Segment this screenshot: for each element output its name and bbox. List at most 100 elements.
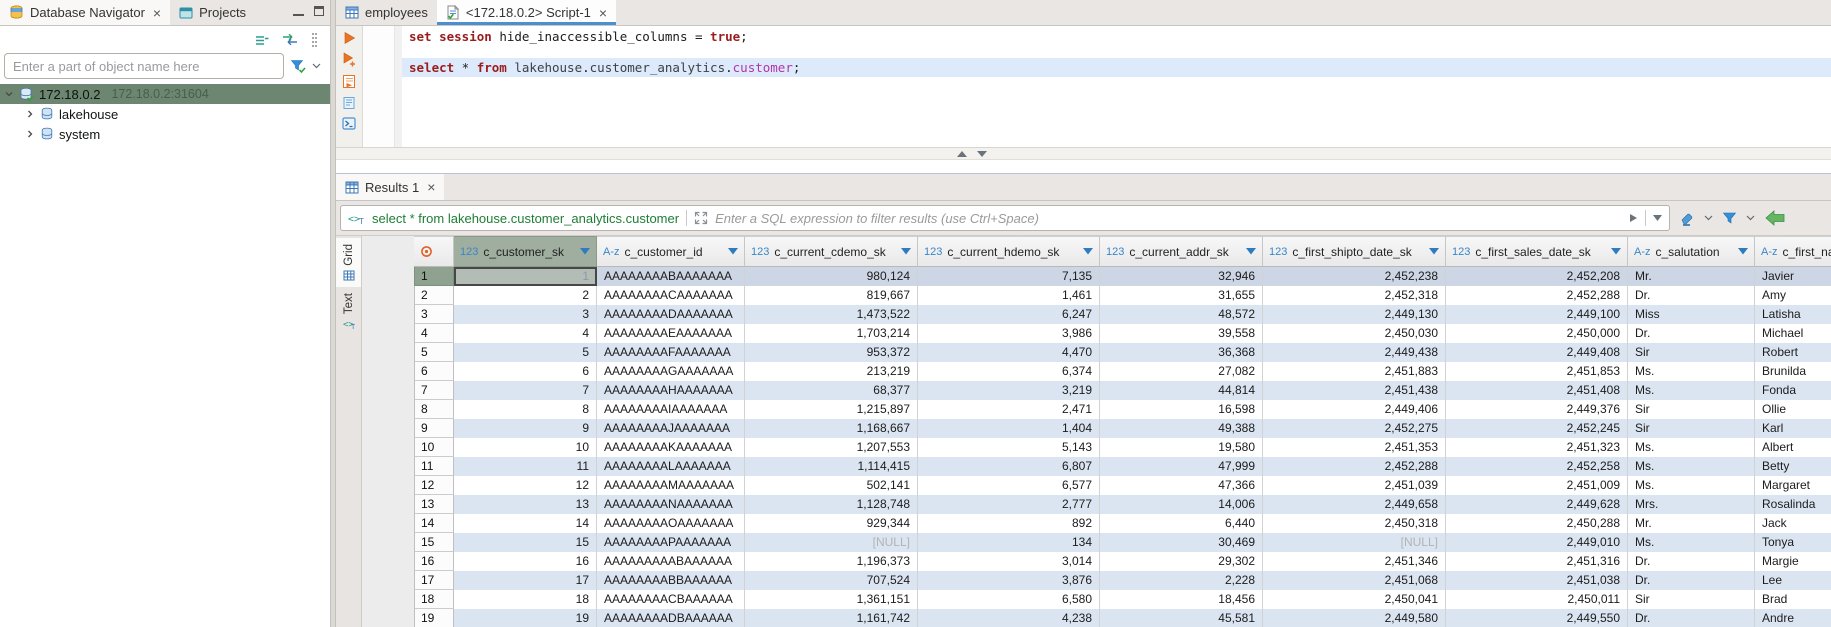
grid-cell[interactable]: 7 (454, 381, 597, 400)
grid-cell[interactable]: 502,141 (745, 476, 918, 495)
grid-cell[interactable]: 2,228 (1100, 571, 1263, 590)
apply-filter-play-icon[interactable] (1629, 213, 1638, 223)
grid-cell[interactable]: Latisha (1755, 305, 1831, 324)
execute-statement-icon[interactable] (343, 31, 356, 45)
grid-cell[interactable]: 29,302 (1100, 552, 1263, 571)
grid-cell[interactable]: 2,450,041 (1263, 590, 1446, 609)
grid-cell[interactable]: Tonya (1755, 533, 1831, 552)
kebab-menu-icon[interactable] (311, 32, 318, 48)
grid-cell[interactable]: 2,777 (918, 495, 1100, 514)
presentation-tab-grid[interactable]: Grid (336, 238, 361, 287)
column-header-c_customer_id[interactable]: A-zc_customer_id (597, 236, 745, 267)
grid-cell[interactable]: Albert (1755, 438, 1831, 457)
grid-cell[interactable]: AAAAAAAANAAAAAAA (597, 495, 745, 514)
grid-cell[interactable]: 2,449,376 (1446, 400, 1628, 419)
grid-cell[interactable]: 31,655 (1100, 286, 1263, 305)
grid-cell[interactable]: Dr. (1628, 609, 1755, 627)
save-filter-funnel-icon[interactable] (1722, 211, 1737, 225)
row-number[interactable]: 17 (414, 571, 454, 590)
tree-item-172-18-0-2[interactable]: 172.18.0.2172.18.0.2:31604 (0, 84, 330, 104)
grid-cell[interactable]: 2,450,030 (1263, 324, 1446, 343)
tree-item-system[interactable]: system (0, 124, 330, 144)
grid-cell[interactable]: 19,580 (1100, 438, 1263, 457)
grid-cell[interactable]: AAAAAAAABBAAAAAA (597, 571, 745, 590)
table-row[interactable]: 1212AAAAAAAAMAAAAAAA502,1416,57747,3662,… (414, 476, 1831, 495)
results-tab-results-1[interactable]: Results 1× (336, 174, 444, 200)
grid-cell[interactable]: AAAAAAAAFAAAAAAA (597, 343, 745, 362)
column-dropdown-icon[interactable] (1429, 248, 1439, 255)
execute-new-tab-icon[interactable] (342, 52, 356, 67)
row-number[interactable]: 15 (414, 533, 454, 552)
column-header-c_current_cdemo_sk[interactable]: 123c_current_cdemo_sk (745, 236, 918, 267)
grid-cell[interactable]: Karl (1755, 419, 1831, 438)
grid-cell[interactable]: 5 (454, 343, 597, 362)
row-number[interactable]: 9 (414, 419, 454, 438)
grid-cell[interactable]: 2,449,010 (1446, 533, 1628, 552)
grid-cell[interactable]: 3,219 (918, 381, 1100, 400)
chevron-down-icon[interactable] (1704, 215, 1713, 221)
grid-cell[interactable]: 15 (454, 533, 597, 552)
grid-cell[interactable]: Lee (1755, 571, 1831, 590)
column-header-c_first_shipto_date_sk[interactable]: 123c_first_shipto_date_sk (1263, 236, 1446, 267)
previous-page-icon[interactable] (1764, 210, 1786, 226)
grid-cell[interactable]: Michael (1755, 324, 1831, 343)
editor-results-splitter[interactable] (336, 147, 1831, 160)
grid-cell[interactable]: 2,452,258 (1446, 457, 1628, 476)
grid-cell[interactable]: 32,946 (1100, 267, 1263, 286)
row-number[interactable]: 16 (414, 552, 454, 571)
column-dropdown-icon[interactable] (728, 248, 738, 255)
object-filter-input[interactable] (4, 53, 284, 79)
grid-cell[interactable]: 30,469 (1100, 533, 1263, 552)
row-number[interactable]: 4 (414, 324, 454, 343)
row-number[interactable]: 10 (414, 438, 454, 457)
column-header-c_current_addr_sk[interactable]: 123c_current_addr_sk (1100, 236, 1263, 267)
table-row[interactable]: 99AAAAAAAAJAAAAAAA1,168,6671,40449,3882,… (414, 419, 1831, 438)
grid-cell[interactable]: 2,450,318 (1263, 514, 1446, 533)
column-header-c_first_sales_date_sk[interactable]: 123c_first_sales_date_sk (1446, 236, 1628, 267)
grid-cell[interactable]: AAAAAAAAOAAAAAAA (597, 514, 745, 533)
table-row[interactable]: 1818AAAAAAAACBAAAAAA1,361,1516,58018,456… (414, 590, 1831, 609)
filter-settings-funnel-icon[interactable] (290, 59, 306, 74)
sql-terminal-icon[interactable] (342, 117, 356, 130)
grid-cell[interactable]: 36,368 (1100, 343, 1263, 362)
grid-cell[interactable]: Ms. (1628, 457, 1755, 476)
grid-cell[interactable]: 1,703,214 (745, 324, 918, 343)
table-row[interactable]: 44AAAAAAAAEAAAAAAA1,703,2143,98639,5582,… (414, 324, 1831, 343)
grid-cell[interactable]: AAAAAAAALAAAAAAA (597, 457, 745, 476)
grid-cell[interactable]: Sir (1628, 419, 1755, 438)
grid-cell[interactable]: 6,374 (918, 362, 1100, 381)
chevron-expanded-icon[interactable] (4, 89, 14, 99)
grid-cell[interactable]: AAAAAAAAEAAAAAAA (597, 324, 745, 343)
grid-cell[interactable]: 48,572 (1100, 305, 1263, 324)
grid-cell[interactable]: Andre (1755, 609, 1831, 627)
grid-cell[interactable]: 3,014 (918, 552, 1100, 571)
grid-cell[interactable]: 2,451,438 (1263, 381, 1446, 400)
grid-cell[interactable]: 68,377 (745, 381, 918, 400)
code-line-1[interactable]: set session hide_inaccessible_columns = … (402, 30, 1831, 44)
navigator-tab-projects[interactable]: Projects (170, 0, 255, 25)
grid-cell[interactable]: 13 (454, 495, 597, 514)
grid-cell[interactable]: 2,452,288 (1446, 286, 1628, 305)
row-number[interactable]: 19 (414, 609, 454, 627)
grid-cell[interactable]: Miss (1628, 305, 1755, 324)
grid-cell[interactable]: 6,807 (918, 457, 1100, 476)
sql-editor[interactable]: set session hide_inaccessible_columns = … (336, 26, 1831, 147)
grid-cell[interactable]: 2,452,238 (1263, 267, 1446, 286)
results-filter-input[interactable]: <>T select * from lakehouse.customer_ana… (340, 205, 1670, 231)
grid-cell[interactable]: Jack (1755, 514, 1831, 533)
tree-item-lakehouse[interactable]: lakehouse (0, 104, 330, 124)
grid-cell[interactable]: AAAAAAAAIAAAAAAA (597, 400, 745, 419)
grid-cell[interactable]: 2,450,011 (1446, 590, 1628, 609)
grid-cell[interactable]: 5,143 (918, 438, 1100, 457)
grid-cell[interactable]: Ms. (1628, 438, 1755, 457)
grid-cell[interactable]: Sir (1628, 590, 1755, 609)
editor-tab--172-18-0-2-script-1[interactable]: <172.18.0.2> Script-1× (437, 0, 616, 25)
column-dropdown-icon[interactable] (1611, 248, 1621, 255)
grid-cell[interactable]: 6,577 (918, 476, 1100, 495)
grid-cell[interactable]: 213,219 (745, 362, 918, 381)
grid-cell[interactable]: Mrs. (1628, 495, 1755, 514)
chevron-down-icon[interactable] (1746, 215, 1755, 221)
grid-cell[interactable]: Ms. (1628, 476, 1755, 495)
close-icon[interactable]: × (153, 6, 161, 20)
grid-cell[interactable]: Margaret (1755, 476, 1831, 495)
